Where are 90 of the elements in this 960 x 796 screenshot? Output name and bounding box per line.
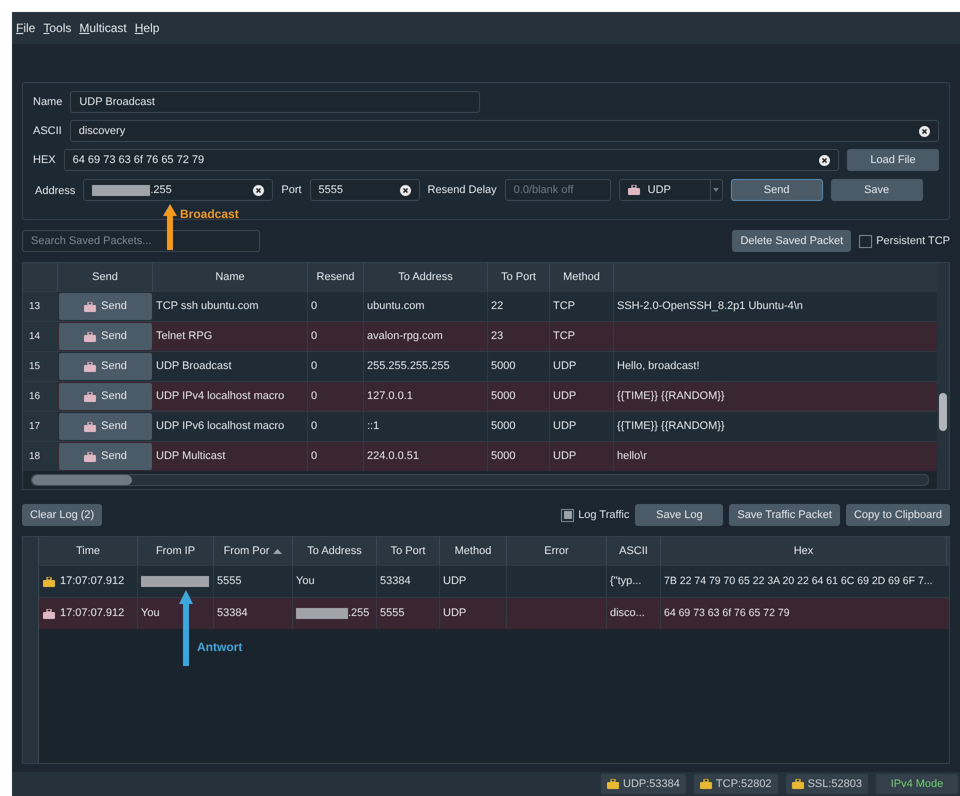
port-status: UDP:53384 [601,774,686,794]
annotation-arrow [163,204,177,250]
horizontal-scrollbar[interactable] [31,474,929,486]
field-label: Address [35,185,76,197]
table-cell: 5000 [488,442,550,471]
field-label: Name [33,94,62,110]
redaction-bar [92,184,150,196]
redaction-bar [141,576,209,587]
port-field[interactable]: 5555 [310,179,420,201]
caret-icon [713,188,720,192]
resend-delay-field[interactable]: 0.0/blank off [504,179,611,201]
table-cell: 0 [308,442,364,471]
delete-saved-packet-button[interactable]: Delete Saved Packet [732,230,852,252]
clear-icon[interactable] [919,126,930,136]
row-send-button[interactable]: Send [59,443,152,470]
sent-packet-icon [43,608,55,618]
redaction-bar [296,608,348,619]
checkbox-label: Persistent TCP [876,234,950,249]
vertical-scrollbar[interactable] [937,263,949,489]
table-cell-text: 64 69 73 63 6f 76 65 72 79 [663,606,791,621]
row-number: 15 [23,352,58,381]
field-label: Resend Delay [428,182,497,198]
annotation-label: Antwort [197,639,242,656]
log-toolbar-button[interactable]: Copy to Clipboard [846,504,950,526]
table-cell: UDP [550,442,614,471]
port-status: TCP:52802 [694,774,778,794]
field-label: ASCII [33,124,62,139]
hex-field[interactable]: 64 69 73 63 6f 76 65 72 79 [64,149,839,171]
name-field[interactable]: UDP Broadcast [70,91,480,113]
port-status: SSL:52803 [786,774,868,794]
table-cell-text: 17:07:07.912 [60,574,124,590]
checkbox[interactable] [859,234,872,248]
checkbox[interactable] [561,508,574,522]
packet-icon [607,779,620,789]
row-send-button[interactable]: Send [59,413,152,440]
log-toolbar-button[interactable]: Save Traffic Packet [729,504,840,526]
packet-icon [84,422,96,432]
row-send-button[interactable]: Send [59,383,152,410]
field-label: Port [281,182,302,198]
packet-icon [700,779,712,789]
row-number: 13 [23,292,58,321]
annotation-label: Broadcast [180,206,239,223]
menu-item[interactable]: Tools [43,19,72,37]
table-cell: UDP Multicast [153,442,308,471]
row-send-button[interactable]: Send [59,353,152,380]
table-cell-text: SSH-2.0-OpenSSH_8.2p1 Ubuntu-4\n [616,299,804,314]
address-field[interactable]: .255 [83,179,274,201]
packet-icon [84,362,96,372]
table-cell-text: Hello, broadcast! [616,359,701,374]
row-number: 18 [23,442,58,471]
clear-icon[interactable] [400,184,411,196]
table-cell-text: {{TIME}} {{RANDOM}} [616,419,726,434]
table-cell: 53384 [214,598,293,629]
clear-log-button[interactable]: Clear Log (2) [22,504,102,526]
packet-icon [84,302,96,312]
table-cell: 5555 [377,598,440,629]
row-send-button[interactable]: Send [59,293,152,320]
table-cell-text: hello\r [616,449,648,464]
search-field[interactable]: Search Saved Packets... [22,230,260,252]
send-button[interactable]: Send [730,179,823,201]
table-cell-text: 17:07:07.912 [60,606,124,622]
table-cell-text: 7B 22 74 79 70 65 22 3A 20 22 64 61 6C 69 2D 69 6F 7... [663,574,934,589]
field-label: HEX [33,152,56,168]
load-file-button[interactable]: Load File [847,149,939,171]
row-number: 16 [23,382,58,411]
packet-icon [84,332,96,342]
menu-item[interactable]: File [16,19,36,37]
table-cell: .255 [293,598,377,629]
clear-icon[interactable] [253,184,264,196]
menu-item[interactable]: Multicast [79,19,127,37]
table-cell: 224.0.0.51 [364,442,488,471]
menu-item[interactable]: Help [134,19,160,37]
packet-icon [84,392,96,402]
log-toolbar-button[interactable]: Save Log [635,504,724,526]
packet-icon [628,185,640,195]
row-number: 17 [23,412,58,441]
row-number: 14 [23,322,58,351]
ascii-field[interactable]: discovery [70,120,939,142]
row-send-button[interactable]: Send [59,323,152,350]
packet-icon [792,779,804,789]
received-packet-icon [43,576,55,586]
checkbox-label: Log Traffic [578,508,630,523]
table-cell-text: {{TIME}} {{RANDOM}} [616,389,726,404]
method-dropdown[interactable]: UDP [618,179,723,201]
table-cell: UDP [440,598,507,629]
save-button[interactable]: Save [830,179,923,201]
mode-status: IPv4 Mode [876,774,958,794]
packet-icon [84,452,96,462]
table-cell: disco... [607,598,661,629]
clear-icon[interactable] [819,154,830,166]
